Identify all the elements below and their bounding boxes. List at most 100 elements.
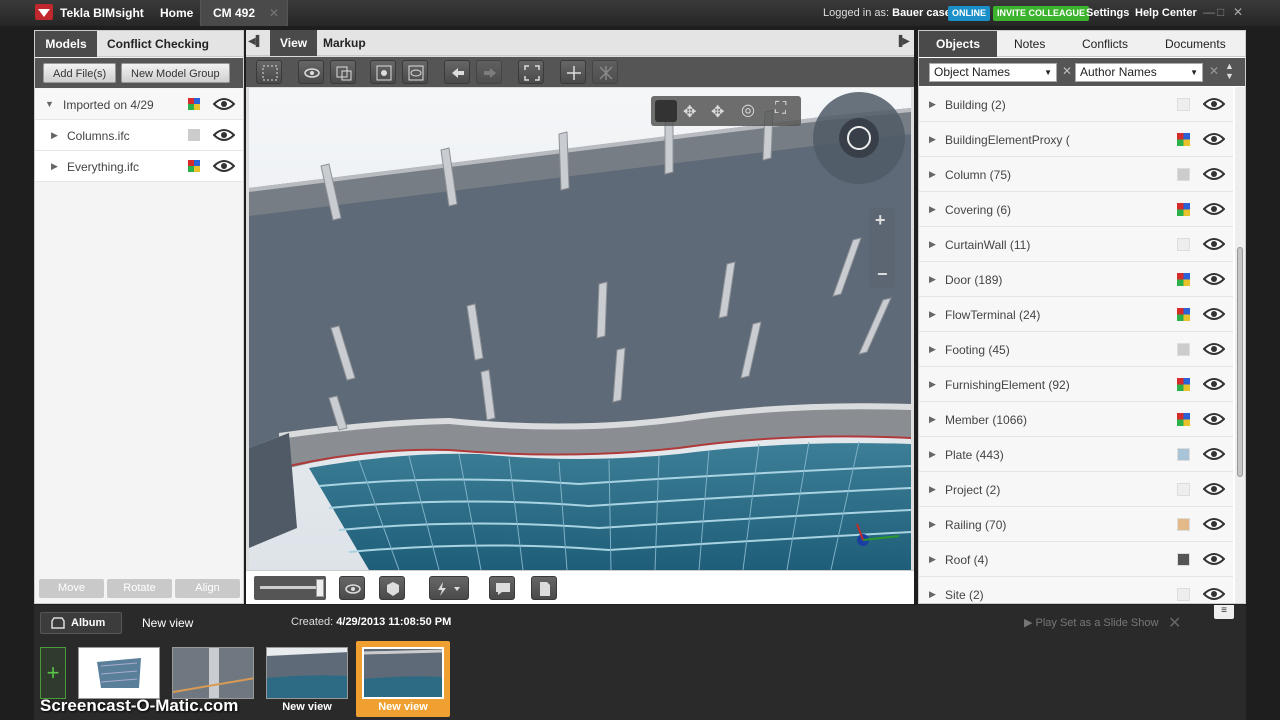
clear-filter-icon[interactable]: ✕ bbox=[1209, 64, 1219, 78]
color-chip-icon[interactable] bbox=[188, 129, 200, 141]
expand-arrow-icon[interactable]: ▶ bbox=[929, 134, 936, 145]
color-chip-icon[interactable] bbox=[1177, 133, 1190, 146]
tree-group-row[interactable]: ▼ Imported on 4/29 bbox=[35, 89, 243, 120]
object-row[interactable]: ▶ Covering (6) bbox=[919, 192, 1233, 227]
color-chip-icon[interactable] bbox=[1177, 378, 1190, 391]
tab-home[interactable]: Home bbox=[148, 0, 205, 26]
collapse-right-icon[interactable]: ▐▶ bbox=[895, 36, 910, 47]
eye-icon[interactable] bbox=[1203, 377, 1225, 391]
eye-icon[interactable] bbox=[1203, 167, 1225, 181]
color-chip-icon[interactable] bbox=[1177, 308, 1190, 321]
expand-arrow-icon[interactable]: ▶ bbox=[929, 309, 936, 320]
eye-icon[interactable] bbox=[1203, 237, 1225, 251]
clip-plane-icon[interactable] bbox=[560, 60, 586, 84]
object-row[interactable]: ▶ FlowTerminal (24) bbox=[919, 297, 1233, 332]
color-chip-icon[interactable] bbox=[1177, 168, 1190, 181]
maximize-icon[interactable]: □ bbox=[1217, 5, 1224, 19]
pan-alt-icon[interactable]: ✥ bbox=[711, 102, 724, 122]
view-thumbnail-selected[interactable] bbox=[362, 647, 444, 699]
expand-arrow-icon[interactable]: ▶ bbox=[929, 449, 936, 460]
object-row[interactable]: ▶ Roof (4) bbox=[919, 542, 1233, 577]
rotate-button[interactable]: Rotate bbox=[107, 579, 172, 598]
expand-arrow-icon[interactable]: ▶ bbox=[929, 99, 936, 110]
expand-arrow-icon[interactable]: ▶ bbox=[929, 204, 936, 215]
tab-cm-492[interactable]: CM 492 ✕ bbox=[200, 0, 288, 26]
remove-clip-icon[interactable] bbox=[592, 60, 618, 84]
eye-icon[interactable] bbox=[1203, 272, 1225, 286]
color-chip-icon[interactable] bbox=[1177, 588, 1190, 601]
hide-icon[interactable] bbox=[298, 60, 324, 84]
visibility-icon[interactable] bbox=[339, 576, 365, 600]
model-scene[interactable] bbox=[249, 88, 911, 570]
view-thumbnail[interactable] bbox=[78, 647, 160, 699]
eye-icon[interactable] bbox=[1203, 342, 1225, 356]
eye-icon[interactable] bbox=[1203, 202, 1225, 216]
tab-markup[interactable]: Markup bbox=[313, 30, 376, 56]
show-all-icon[interactable] bbox=[402, 60, 428, 84]
sort-icon[interactable]: ▲ ▼ bbox=[1225, 61, 1234, 81]
object-row[interactable]: ▶ Door (189) bbox=[919, 262, 1233, 297]
add-files-button[interactable]: Add File(s) bbox=[43, 63, 117, 83]
color-chip-icon[interactable] bbox=[1177, 413, 1190, 426]
expand-arrow-icon[interactable]: ▶ bbox=[929, 554, 936, 565]
object-row[interactable]: ▶ Railing (70) bbox=[919, 507, 1233, 542]
align-button[interactable]: Align bbox=[175, 579, 240, 598]
color-chip-icon[interactable] bbox=[188, 160, 200, 172]
object-row[interactable]: ▶ Project (2) bbox=[919, 472, 1233, 507]
object-row[interactable]: ▶ Member (1066) bbox=[919, 402, 1233, 437]
tab-documents[interactable]: Documents bbox=[1155, 31, 1236, 57]
invite-colleague-button[interactable]: INVITE COLLEAGUE bbox=[993, 6, 1090, 21]
eye-icon[interactable] bbox=[1203, 307, 1225, 321]
eye-icon[interactable] bbox=[1203, 132, 1225, 146]
hide-selection-icon[interactable] bbox=[330, 60, 356, 84]
rotate-mode-icon[interactable] bbox=[655, 100, 677, 122]
collapse-arrow-icon[interactable]: ▼ bbox=[45, 99, 54, 109]
tab-view[interactable]: View bbox=[270, 30, 318, 56]
close-window-icon[interactable]: ✕ bbox=[1233, 5, 1243, 19]
opacity-slider[interactable] bbox=[254, 576, 326, 600]
color-chip-icon[interactable] bbox=[1177, 98, 1190, 111]
album-button[interactable]: Album bbox=[40, 612, 122, 634]
move-button[interactable]: Move bbox=[39, 579, 104, 598]
tab-objects[interactable]: Objects bbox=[919, 31, 997, 57]
expand-arrow-icon[interactable]: ▶ bbox=[929, 519, 936, 530]
add-view-button[interactable]: + bbox=[40, 647, 66, 699]
fit-view-icon[interactable] bbox=[518, 60, 544, 84]
select-area-icon[interactable] bbox=[256, 60, 282, 84]
document-icon[interactable] bbox=[531, 576, 557, 600]
eye-icon[interactable] bbox=[1203, 587, 1225, 601]
tab-notes[interactable]: Notes bbox=[1004, 31, 1055, 57]
scrollbar[interactable] bbox=[1235, 87, 1245, 603]
scrollbar-thumb[interactable] bbox=[1237, 247, 1243, 477]
nav-wheel-icon[interactable] bbox=[813, 92, 905, 184]
eye-icon[interactable] bbox=[1203, 447, 1225, 461]
object-row[interactable]: ▶ FurnishingElement (92) bbox=[919, 367, 1233, 402]
flash-menu-icon[interactable] bbox=[429, 576, 469, 600]
author-names-select[interactable]: Author Names ▼ bbox=[1075, 63, 1203, 82]
help-center-link[interactable]: Help Center bbox=[1135, 7, 1197, 19]
clear-filter-icon[interactable]: ✕ bbox=[1062, 64, 1072, 78]
view-thumbnail[interactable] bbox=[172, 647, 254, 699]
comment-icon[interactable] bbox=[489, 576, 515, 600]
object-names-select[interactable]: Object Names ▼ bbox=[929, 63, 1057, 82]
orbit-icon[interactable]: ◎ bbox=[741, 100, 755, 120]
object-row[interactable]: ▶ BuildingElementProxy ( bbox=[919, 122, 1233, 157]
object-row[interactable]: ▶ Footing (45) bbox=[919, 332, 1233, 367]
color-chip-icon[interactable] bbox=[1177, 203, 1190, 216]
object-row[interactable]: ▶ Building (2) bbox=[919, 87, 1233, 122]
minimize-icon[interactable]: — bbox=[1203, 5, 1215, 19]
color-chip-icon[interactable] bbox=[1177, 553, 1190, 566]
redo-icon[interactable] bbox=[476, 60, 502, 84]
view-thumbnail[interactable] bbox=[266, 647, 348, 699]
object-row[interactable]: ▶ Column (75) bbox=[919, 157, 1233, 192]
color-chip-icon[interactable] bbox=[1177, 238, 1190, 251]
new-model-group-button[interactable]: New Model Group bbox=[121, 63, 230, 83]
eye-icon[interactable] bbox=[1203, 552, 1225, 566]
tab-conflict-checking[interactable]: Conflict Checking bbox=[97, 31, 219, 57]
close-tab-icon[interactable]: ✕ bbox=[269, 0, 279, 26]
eye-icon[interactable] bbox=[1203, 517, 1225, 531]
expand-arrow-icon[interactable]: ▶ bbox=[929, 169, 936, 180]
menu-icon[interactable]: ≡ bbox=[1214, 605, 1234, 619]
expand-arrow-icon[interactable]: ▶ bbox=[51, 130, 58, 141]
current-view-name[interactable]: New view bbox=[142, 616, 193, 630]
